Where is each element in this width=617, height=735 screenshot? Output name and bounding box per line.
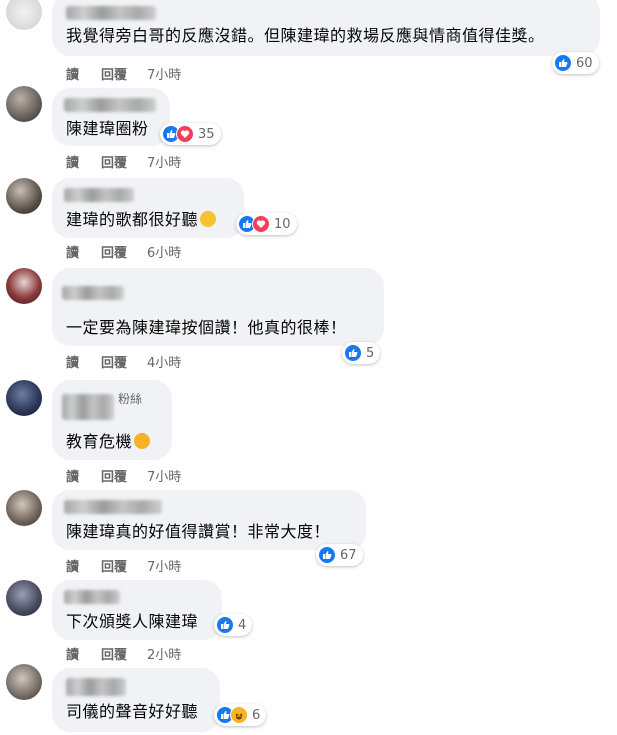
comment-bubble: 陳建瑋真的好值得讚賞！非常大度！ xyxy=(52,490,366,550)
avatar[interactable] xyxy=(6,580,42,616)
reaction-summary[interactable]: 5 xyxy=(342,342,381,364)
reaction-count: 67 xyxy=(340,547,357,563)
fan-badge: 粉絲 xyxy=(118,392,143,406)
avatar[interactable] xyxy=(6,380,42,416)
author-name-blurred[interactable] xyxy=(64,188,134,202)
comment-bubble: 我覺得旁白哥的反應沒錯。但陳建瑋的救場反應與情商值得佳獎。 xyxy=(52,0,600,56)
comment-bubble: 陳建瑋圈粉 xyxy=(52,88,170,146)
reaction-count: 5 xyxy=(366,345,375,361)
comment-bubble: 下次頒獎人陳建瑋 xyxy=(52,580,222,640)
like-link[interactable]: 讀 xyxy=(66,64,79,83)
reaction-count: 60 xyxy=(576,55,593,71)
reply-link[interactable]: 回覆 xyxy=(101,466,127,485)
avatar[interactable] xyxy=(6,268,42,304)
author-name-blurred[interactable] xyxy=(64,590,120,604)
author-name-blurred[interactable] xyxy=(66,678,126,696)
comment-text: 陳建瑋圈粉 xyxy=(66,119,149,138)
comment-actions: 讀 回覆 2小時 xyxy=(66,644,181,663)
laughing-emoji-icon xyxy=(134,433,151,449)
comment-text: 下次頒獎人陳建瑋 xyxy=(66,612,199,631)
avatar[interactable] xyxy=(6,0,42,30)
comment-text: 建瑋的歌都很好聽 xyxy=(66,210,217,230)
reply-link[interactable]: 回覆 xyxy=(101,644,127,663)
like-icon xyxy=(554,54,572,72)
haha-icon xyxy=(230,706,248,724)
author-name-blurred[interactable] xyxy=(64,500,162,514)
comment-actions: 讀 回覆 7小時 xyxy=(66,64,181,83)
avatar[interactable] xyxy=(6,490,42,526)
comment-text-content: 建瑋的歌都很好聽 xyxy=(66,210,199,229)
reaction-count: 35 xyxy=(198,126,215,142)
comment-bubble: 粉絲 教育危機 xyxy=(52,380,172,460)
comment-text: 陳建瑋真的好值得讚賞！非常大度！ xyxy=(66,522,331,541)
author-name-blurred[interactable] xyxy=(66,6,156,20)
like-link[interactable]: 讀 xyxy=(66,466,79,485)
comment-bubble: 一定要為陳建瑋按個讚！他真的很棒！ xyxy=(52,268,384,346)
reaction-count: 6 xyxy=(252,707,261,723)
comment-bubble: 建瑋的歌都很好聽 xyxy=(52,178,244,238)
comment-actions: 讀 回覆 4小時 xyxy=(66,352,181,371)
love-icon xyxy=(176,125,194,143)
timestamp[interactable]: 2小時 xyxy=(147,644,181,663)
comment-bubble: 司儀的聲音好好聽 xyxy=(52,668,220,732)
reaction-summary[interactable]: 60 xyxy=(552,52,599,74)
reply-link[interactable]: 回覆 xyxy=(101,242,127,261)
reaction-summary[interactable]: 4 xyxy=(214,614,253,636)
timestamp[interactable]: 4小時 xyxy=(147,352,181,371)
reply-link[interactable]: 回覆 xyxy=(101,352,127,371)
comment-text: 一定要為陳建瑋按個讚！他真的很棒！ xyxy=(66,318,347,337)
timestamp[interactable]: 7小時 xyxy=(147,466,181,485)
reaction-summary[interactable]: 6 xyxy=(214,704,267,726)
reaction-count: 4 xyxy=(238,617,247,633)
reaction-summary[interactable]: 67 xyxy=(316,544,363,566)
comment-text: 教育危機 xyxy=(66,432,151,452)
reaction-summary[interactable]: 10 xyxy=(236,213,297,235)
comment-actions: 讀 回覆 7小時 xyxy=(66,152,181,171)
avatar[interactable] xyxy=(6,178,42,214)
like-link[interactable]: 讀 xyxy=(66,556,79,575)
comment-actions: 讀 回覆 7小時 xyxy=(66,466,181,485)
comment-text-content: 教育危機 xyxy=(66,432,133,451)
author-name-blurred[interactable] xyxy=(64,98,156,112)
like-icon xyxy=(216,616,234,634)
pleading-emoji-icon xyxy=(200,211,217,227)
comment-actions: 讀 回覆 6小時 xyxy=(66,242,181,261)
like-icon xyxy=(318,546,336,564)
avatar[interactable] xyxy=(6,664,42,700)
reply-link[interactable]: 回覆 xyxy=(101,64,127,83)
reaction-count: 10 xyxy=(274,216,291,232)
love-icon xyxy=(252,215,270,233)
reaction-summary[interactable]: 35 xyxy=(160,123,221,145)
comment-actions: 讀 回覆 7小時 xyxy=(66,556,181,575)
author-name-blurred[interactable] xyxy=(62,394,114,420)
author-name-blurred[interactable] xyxy=(62,286,124,300)
like-link[interactable]: 讀 xyxy=(66,644,79,663)
comment-text: 司儀的聲音好好聽 xyxy=(66,702,199,721)
like-link[interactable]: 讀 xyxy=(66,352,79,371)
avatar[interactable] xyxy=(6,86,42,122)
timestamp[interactable]: 7小時 xyxy=(147,556,181,575)
reply-link[interactable]: 回覆 xyxy=(101,556,127,575)
like-link[interactable]: 讀 xyxy=(66,242,79,261)
like-link[interactable]: 讀 xyxy=(66,152,79,171)
like-icon xyxy=(344,344,362,362)
timestamp[interactable]: 7小時 xyxy=(147,64,181,83)
reply-link[interactable]: 回覆 xyxy=(101,152,127,171)
comment-text: 我覺得旁白哥的反應沒錯。但陳建瑋的救場反應與情商值得佳獎。 xyxy=(66,26,545,45)
timestamp[interactable]: 7小時 xyxy=(147,152,181,171)
timestamp[interactable]: 6小時 xyxy=(147,242,181,261)
